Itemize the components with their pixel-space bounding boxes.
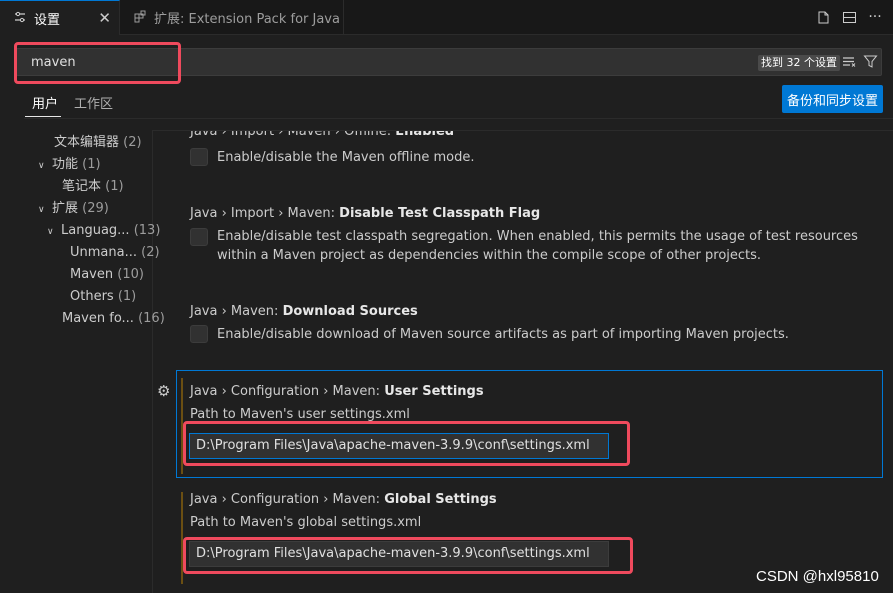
toc-label: Languag... bbox=[61, 223, 130, 238]
setting-checkbox[interactable] bbox=[190, 228, 208, 246]
setting-name: Disable Test Classpath Flag bbox=[339, 206, 541, 221]
search-result-count: 找到 32 个设置 bbox=[758, 55, 840, 71]
clear-filter-icon[interactable] bbox=[842, 54, 857, 73]
setting-title: Java › Import › Maven: Disable Test Clas… bbox=[190, 206, 540, 221]
settings-toc: 文本编辑器 (2) ∨ 功能 (1) 笔记本 (1) ∨ 扩展 (29) ∨ Lang… bbox=[0, 130, 165, 593]
global-settings-highlight-box bbox=[183, 537, 633, 574]
chevron-down-icon: ∨ bbox=[47, 227, 54, 237]
setting-description: Enable/disable test classpath segregatio… bbox=[217, 229, 858, 263]
toc-label: 功能 bbox=[52, 157, 79, 172]
toc-item-extensions[interactable]: ∨ 扩展 (29) bbox=[38, 198, 109, 220]
toc-count: (1) bbox=[82, 157, 101, 172]
setting-name: Download Sources bbox=[282, 304, 418, 319]
setting-prefix: Java › Configuration › Maven: bbox=[190, 492, 385, 507]
editor-actions: ··· bbox=[815, 9, 883, 25]
toc-count: (2) bbox=[123, 135, 142, 150]
active-scope-underline bbox=[25, 116, 61, 117]
toc-item-language[interactable]: ∨ Languag... (13) bbox=[47, 220, 160, 242]
open-settings-json-icon[interactable] bbox=[815, 9, 831, 25]
toc-count: (29) bbox=[82, 201, 109, 216]
toc-label: Others bbox=[70, 289, 114, 304]
setting-description: Enable/disable download of Maven source … bbox=[217, 327, 789, 342]
toc-item-text-editor[interactable]: 文本编辑器 (2) bbox=[54, 132, 142, 154]
toc-label: Maven fo... bbox=[62, 311, 134, 326]
user-settings-highlight-box bbox=[183, 421, 630, 466]
toc-label: 笔记本 bbox=[62, 179, 102, 194]
setting-description: Enable/disable the Maven offline mode. bbox=[217, 150, 475, 165]
setting-prefix: Java › Import › Maven › Offline: bbox=[190, 130, 396, 139]
backup-sync-button[interactable]: 备份和同步设置 bbox=[782, 85, 883, 113]
chevron-down-icon: ∨ bbox=[38, 205, 45, 215]
toc-label: 文本编辑器 bbox=[54, 135, 120, 150]
setting-description: Path to Maven's global settings.xml bbox=[190, 515, 422, 530]
setting-title: Java › Configuration › Maven: Global Set… bbox=[190, 492, 497, 507]
setting-prefix: Java › Import › Maven: bbox=[190, 206, 340, 221]
setting-name: Global Settings bbox=[384, 492, 497, 507]
editor-tab-bar: 设置 ✕ 扩展: Extension Pack for Java ··· bbox=[0, 0, 893, 35]
toc-count: (10) bbox=[117, 267, 144, 282]
chevron-down-icon: ∨ bbox=[38, 161, 45, 171]
tab-settings[interactable]: 设置 ✕ bbox=[0, 0, 120, 35]
setting-disable-test-classpath-flag: Java › Import › Maven: Disable Test Clas… bbox=[153, 206, 893, 286]
toc-item-features[interactable]: ∨ 功能 (1) bbox=[38, 154, 101, 176]
filter-icon[interactable] bbox=[863, 54, 878, 73]
watermark: CSDN @hxl95810 bbox=[756, 568, 879, 585]
tab-extension-pack[interactable]: 扩展: Extension Pack for Java bbox=[120, 0, 344, 35]
scope-divider bbox=[24, 118, 893, 119]
gear-icon[interactable]: ⚙ bbox=[157, 382, 170, 400]
tab-settings-label: 设置 bbox=[34, 12, 61, 28]
toc-item-notebook[interactable]: 笔记本 (1) bbox=[62, 176, 124, 198]
search-highlight-box bbox=[14, 42, 181, 84]
toc-count: (1) bbox=[105, 179, 124, 194]
settings-list: Java › Import › Maven › Offline: Enabled… bbox=[153, 130, 893, 593]
tab-user-settings[interactable]: 用户 bbox=[32, 93, 58, 112]
setting-title: Java › Import › Maven › Offline: Enabled bbox=[190, 130, 454, 139]
search-actions bbox=[842, 54, 878, 73]
toc-item-maven-for-java[interactable]: Maven fo... (16) bbox=[62, 308, 165, 330]
toc-label: 扩展 bbox=[52, 201, 79, 216]
setting-name: Enabled bbox=[395, 130, 455, 139]
toc-count: (1) bbox=[117, 289, 137, 304]
setting-checkbox[interactable] bbox=[190, 148, 208, 166]
extensions-icon bbox=[132, 10, 148, 26]
toc-item-others[interactable]: Others (1) bbox=[70, 286, 136, 308]
setting-title: Java › Maven: Download Sources bbox=[190, 304, 418, 319]
setting-prefix: Java › Maven: bbox=[190, 304, 283, 319]
split-editor-icon[interactable] bbox=[841, 9, 857, 25]
more-actions-icon[interactable]: ··· bbox=[867, 9, 883, 25]
setting-checkbox[interactable] bbox=[190, 325, 208, 343]
settings-sliders-icon bbox=[12, 11, 28, 26]
tab-workspace-settings[interactable]: 工作区 bbox=[74, 93, 113, 112]
setting-download-sources: Java › Maven: Download Sources Enable/di… bbox=[153, 304, 893, 364]
toc-label: Maven bbox=[70, 267, 114, 282]
toc-item-maven[interactable]: Maven (10) bbox=[70, 264, 144, 286]
toc-label: Unmana... bbox=[70, 245, 137, 260]
setting-maven-offline-enabled: Java › Import › Maven › Offline: Enabled… bbox=[153, 130, 893, 182]
list-top-divider bbox=[153, 130, 893, 131]
tab-extension-pack-label: 扩展: Extension Pack for Java bbox=[154, 12, 340, 27]
toc-item-unmanaged[interactable]: Unmana... (2) bbox=[70, 242, 160, 264]
close-icon[interactable]: ✕ bbox=[98, 9, 111, 27]
